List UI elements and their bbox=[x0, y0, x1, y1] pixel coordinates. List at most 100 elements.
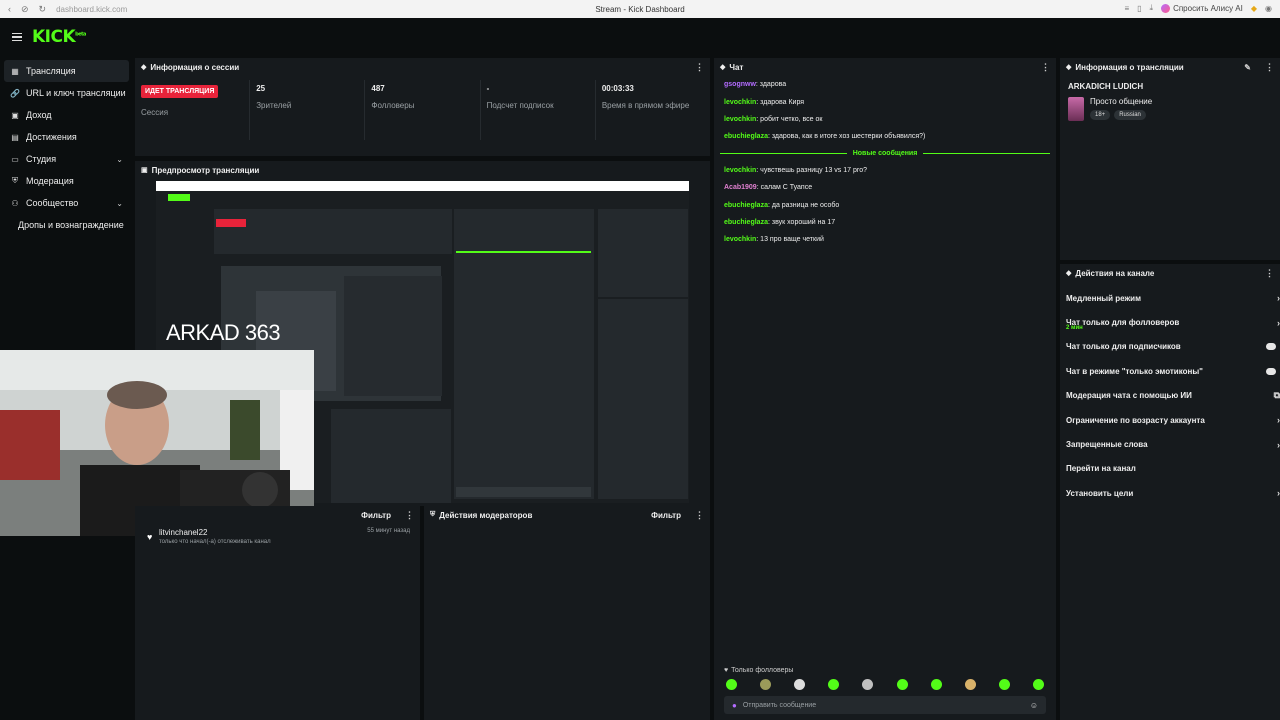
chat-message: levochkin: 13 про ваще четкий bbox=[724, 236, 824, 244]
emote-icon[interactable] bbox=[998, 678, 1010, 690]
more-options-icon[interactable]: ⋮ bbox=[695, 510, 704, 521]
back-icon[interactable]: ‹ bbox=[8, 4, 11, 15]
action-account-age[interactable]: Ограничение по возрасту аккаунта › bbox=[1060, 408, 1280, 432]
microphone-icon[interactable]: ● bbox=[732, 701, 737, 710]
stat-uptime: 00:03:33 Время в прямом эфире bbox=[594, 80, 710, 140]
sidebar-item-drops[interactable]: Дропы и вознаграждение bbox=[0, 214, 133, 236]
action-set-goals[interactable]: Установить цели › bbox=[1060, 481, 1280, 505]
kick-logo[interactable]: KICKbeta bbox=[32, 27, 86, 47]
emote-icon[interactable] bbox=[1032, 678, 1044, 690]
tag-badge: 18+ bbox=[1090, 110, 1111, 120]
chevron-down-icon: ⌄ bbox=[116, 154, 123, 164]
action-subscribers-only[interactable]: Чат только для подписчиков bbox=[1060, 335, 1280, 359]
alice-icon bbox=[1161, 3, 1171, 13]
chat-panel: ◆ Чат ⋮ gsognww: здарова levochkin: здаров… bbox=[714, 58, 1056, 720]
panel-title: Информация о сессии bbox=[150, 62, 240, 72]
stat-followers: 487 Фолловеры bbox=[364, 80, 479, 140]
emote-icon[interactable] bbox=[828, 678, 840, 690]
emote-icon[interactable] bbox=[930, 678, 942, 690]
trophy-icon: ▤ bbox=[11, 132, 19, 142]
more-options-icon[interactable]: ⋮ bbox=[405, 510, 414, 521]
stop-icon[interactable]: ⊘ bbox=[21, 4, 29, 15]
heart-icon: ♥ bbox=[147, 532, 153, 542]
emoji-icon[interactable]: ☺ bbox=[1030, 701, 1038, 710]
toggle-switch[interactable] bbox=[1266, 367, 1276, 375]
session-info-panel: ◆ Информация о сессии ⋮ ИДЕТ ТРАНСЛЯЦИЯ Се… bbox=[135, 58, 710, 156]
chat-message: levochkin: робит четко, все ок bbox=[724, 115, 823, 123]
preview-icon: ▣ bbox=[141, 167, 148, 174]
sidebar-item-achievements[interactable]: ▤ Достижения bbox=[0, 126, 133, 148]
key-icon: 🔗 bbox=[10, 88, 20, 98]
broadcast-icon: ▦ bbox=[11, 66, 19, 76]
list-item: ♥ litvinchanel22 только что начал(-а) от… bbox=[147, 528, 410, 545]
chat-message: Acab1909: салам С Туапсе bbox=[724, 184, 813, 192]
live-badge: ИДЕТ ТРАНСЛЯЦИЯ bbox=[141, 85, 219, 98]
chat-message: ebuchieglaza: да разница не особо bbox=[724, 201, 840, 209]
chat-input[interactable]: ● Отправить сообщение ☺ bbox=[724, 696, 1046, 714]
more-options-icon[interactable]: ⋮ bbox=[695, 62, 704, 73]
sidebar-item-url-key[interactable]: 🔗 URL и ключ трансляции bbox=[0, 82, 133, 104]
sidebar: ▦ Трансляция 🔗 URL и ключ трансляции ▣ Дохо… bbox=[0, 60, 133, 236]
tag-badge: Russian bbox=[1114, 110, 1146, 120]
hamburger-menu-icon[interactable] bbox=[12, 32, 22, 42]
emote-icon[interactable] bbox=[760, 678, 772, 690]
address-bar[interactable]: dashboard.kick.com bbox=[56, 5, 127, 14]
action-followers-only[interactable]: Чат только для фолловеров 2 мин › bbox=[1060, 310, 1280, 334]
emote-icon[interactable] bbox=[862, 678, 874, 690]
action-slow-mode[interactable]: Медленный режим › bbox=[1060, 286, 1280, 310]
toggle-switch[interactable] bbox=[1266, 343, 1276, 351]
emote-icon[interactable] bbox=[726, 678, 737, 690]
shield-icon: ⛨ bbox=[12, 176, 18, 185]
action-go-to-channel[interactable]: Перейти на канал bbox=[1060, 457, 1280, 481]
download-icon[interactable]: ⤓ bbox=[1150, 3, 1154, 13]
filter-button[interactable]: Фильтр bbox=[651, 511, 681, 520]
streamer-name: ARKADICH LUDICH bbox=[1068, 82, 1144, 91]
top-bar: KICKbeta bbox=[0, 18, 1280, 56]
filter-button[interactable]: Фильтр bbox=[361, 511, 391, 520]
wallet-icon: ▣ bbox=[11, 110, 19, 120]
sidebar-item-revenue[interactable]: ▣ Доход bbox=[0, 104, 133, 126]
bookmark-icon[interactable]: ▯ bbox=[1137, 4, 1141, 13]
reload-icon[interactable]: ↻ bbox=[39, 4, 47, 15]
sidebar-item-studio[interactable]: ▭ Студия ⌄ bbox=[0, 148, 133, 170]
sidebar-item-broadcast[interactable]: ▦ Трансляция bbox=[4, 60, 129, 82]
sidebar-item-moderation[interactable]: ⛨ Модерация bbox=[0, 170, 133, 192]
category-name[interactable]: Просто общение bbox=[1090, 97, 1152, 106]
edit-icon[interactable]: ✎ bbox=[1244, 63, 1251, 72]
menu-icon[interactable]: ≡ bbox=[1124, 4, 1129, 13]
emote-icon[interactable] bbox=[794, 678, 806, 690]
stat-viewers: 25 Зрителей bbox=[249, 80, 364, 140]
new-messages-divider: Новые сообщения bbox=[720, 148, 1051, 160]
chat-message: ebuchieglaza: звук хороший на 17 bbox=[724, 218, 836, 226]
chat-message: gsognww: здарова bbox=[724, 81, 787, 89]
action-ai-moderation[interactable]: Модерация чата с помощью ИИ ⧉ bbox=[1060, 384, 1280, 408]
more-options-icon[interactable]: ⋮ bbox=[1265, 268, 1274, 279]
sidebar-item-community[interactable]: ⚇ Сообщество ⌄ bbox=[0, 192, 133, 214]
more-options-icon[interactable]: ⋮ bbox=[1265, 62, 1274, 73]
shield-browser-icon[interactable]: ◆ bbox=[1251, 4, 1257, 13]
info-icon: ◆ bbox=[141, 64, 147, 71]
mod-actions-panel: ⛨ Действия модераторов Фильтр ⋮ bbox=[424, 506, 710, 720]
tab-title: Stream - Kick Dashboard bbox=[595, 4, 685, 14]
emote-bar bbox=[714, 676, 1056, 692]
profile-icon[interactable]: ◉ bbox=[1265, 4, 1272, 13]
emote-icon[interactable] bbox=[896, 678, 908, 690]
stat-subs: - Подсчет подписок bbox=[479, 80, 595, 140]
stream-info-panel: ◆ Информация о трансляции ✎ ⋮ ARKADICH LUDI… bbox=[1060, 58, 1280, 260]
chat-message: levochkin: здарова Киря bbox=[724, 98, 805, 106]
chevron-down-icon: ⌄ bbox=[116, 198, 123, 208]
alice-button[interactable]: Спросить Алису AI bbox=[1161, 3, 1243, 13]
browser-toolbar: ‹ ⊘ ↻ dashboard.kick.com Stream - Kick D… bbox=[0, 0, 1280, 18]
emote-icon[interactable] bbox=[964, 678, 976, 690]
action-banned-words[interactable]: Запрещенные слова › bbox=[1060, 432, 1280, 456]
activity-feed-panel: Фильтр ⋮ ♥ litvinchanel22 только что нача… bbox=[135, 506, 420, 720]
studio-icon: ▭ bbox=[11, 154, 19, 164]
stream-overlay-text: ARKAD 363 bbox=[166, 320, 281, 345]
action-emotes-only[interactable]: Чат в режиме "только эмотиконы" bbox=[1060, 359, 1280, 383]
stat-session: ИДЕТ ТРАНСЛЯЦИЯ Сессия bbox=[135, 80, 249, 140]
more-options-icon[interactable]: ⋮ bbox=[1041, 62, 1050, 73]
followers-only-indicator: ♥ Только фолловеры bbox=[724, 666, 794, 674]
info-icon: ◆ bbox=[1066, 64, 1072, 71]
community-icon: ⚇ bbox=[11, 198, 19, 208]
category-thumbnail bbox=[1068, 97, 1084, 121]
